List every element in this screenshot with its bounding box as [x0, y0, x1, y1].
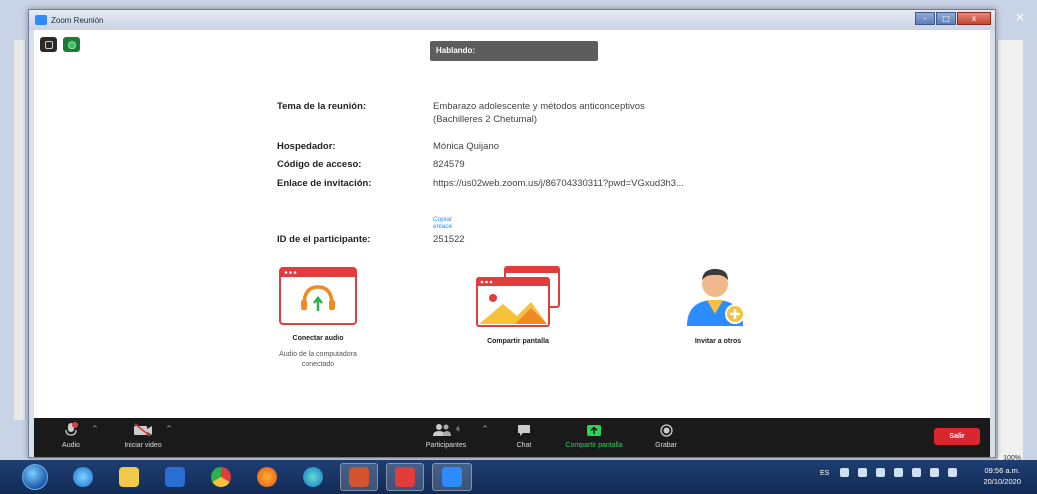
volume-icon[interactable] — [948, 468, 957, 477]
video-options-caret[interactable]: ^ — [166, 425, 172, 433]
participant-id-label: ID de el participante: — [277, 234, 371, 245]
clock-time: 09:56 a.m. — [984, 466, 1020, 475]
invite-others-action[interactable]: Invitar a otros — [648, 266, 788, 345]
invite-link-value[interactable]: https://us02web.zoom.us/j/86704330311?pw… — [433, 178, 684, 190]
share-screen-toolbar-label: Compartir pantalla — [565, 442, 623, 449]
chat-button[interactable]: Chat — [506, 422, 542, 449]
start-video-button[interactable]: Iniciar video — [118, 422, 168, 449]
start-button-icon[interactable] — [22, 464, 48, 490]
participants-icon: 6 — [418, 422, 474, 438]
copy-link-button[interactable]: Copiar enlace — [433, 216, 452, 230]
invite-link-label: Enlace de invitación: — [277, 178, 372, 189]
tray-arrow-icon[interactable] — [858, 468, 867, 477]
share-screen-toolbar-icon — [554, 422, 634, 438]
minimize-button[interactable]: – — [915, 12, 935, 25]
audio-button[interactable]: Audio — [56, 422, 86, 449]
internet-explorer-icon[interactable] — [64, 463, 102, 491]
invite-user-icon — [687, 269, 745, 326]
participants-label: Participantes — [425, 442, 467, 449]
share-screen-action[interactable]: Compartir pantalla — [448, 266, 588, 345]
network-icon[interactable] — [912, 468, 921, 477]
firefox-icon[interactable] — [248, 463, 286, 491]
media-player-icon[interactable] — [156, 463, 194, 491]
flag-icon[interactable] — [876, 468, 885, 477]
record-label: Grabar — [655, 442, 677, 449]
background-close-icon[interactable]: × — [1015, 10, 1025, 24]
zoom-taskbar-icon[interactable] — [432, 463, 472, 491]
share-screen-label: Compartir pantalla — [487, 338, 549, 345]
connect-audio-icon — [279, 267, 357, 325]
window-titlebar[interactable]: Zoom Reunión – □ x — [29, 10, 995, 30]
signal-icon[interactable] — [930, 468, 939, 477]
invite-others-label: Invitar a otros — [694, 338, 742, 345]
office-icon[interactable] — [386, 463, 424, 491]
background-scrollbar[interactable] — [997, 40, 1023, 460]
connect-audio-status-line1: Audio de la computadora — [279, 351, 357, 358]
taskbar-clock[interactable]: 09:56 a.m. 20/10/2020 — [983, 465, 1021, 487]
connect-audio-action[interactable]: Conectar audio Audio de la computadora c… — [248, 267, 388, 370]
participant-id-value: 251522 — [433, 234, 465, 245]
topic-value-line1: Embarazo adolescente y métodos anticonce… — [433, 101, 645, 112]
host-label: Hospedador: — [277, 141, 336, 152]
system-tray — [840, 468, 957, 477]
top-left-icons — [40, 37, 80, 52]
topic-value-line2: (Bachilleres 2 Chetumal) — [433, 114, 538, 125]
file-explorer-icon[interactable] — [110, 463, 148, 491]
audio-options-caret[interactable]: ^ — [92, 425, 98, 433]
chrome-icon[interactable] — [202, 463, 240, 491]
windows-taskbar: ES 09:56 a.m. 20/10/2020 — [0, 460, 1037, 494]
clock-date: 20/10/2020 — [983, 477, 1021, 486]
powerpoint-icon[interactable] — [340, 463, 378, 491]
share-screen-button[interactable]: Compartir pantalla — [554, 422, 634, 449]
zoom-meeting-window: Zoom Reunión – □ x Hablando: Tema de la … — [28, 9, 996, 458]
record-button[interactable]: Grabar — [648, 422, 684, 449]
share-screen-icon — [476, 266, 560, 327]
chat-label: Chat — [516, 442, 532, 449]
close-button[interactable]: x — [957, 12, 991, 25]
meeting-info-icon[interactable] — [40, 37, 57, 52]
passcode-value: 824579 — [433, 159, 465, 170]
passcode-label: Código de acceso: — [277, 159, 362, 170]
tray-app-icon[interactable] — [894, 468, 903, 477]
language-indicator[interactable]: ES — [820, 470, 829, 477]
maximize-button[interactable]: □ — [936, 12, 956, 25]
participants-count: 6 — [456, 427, 460, 433]
edge-icon[interactable] — [294, 463, 332, 491]
topic-label: Tema de la reunión: — [277, 101, 367, 112]
host-value: Mónica Quijano — [433, 141, 500, 152]
participants-options-caret[interactable]: ^ — [482, 425, 488, 433]
connect-audio-label: Conectar audio — [292, 335, 344, 342]
security-shield-icon[interactable] — [63, 37, 80, 52]
meeting-content: Hablando: Tema de la reunión: Embarazo a… — [34, 30, 990, 418]
chat-icon — [506, 422, 542, 438]
keyboard-icon[interactable] — [840, 468, 849, 477]
window-controls: – □ x — [915, 12, 991, 25]
background-slide-panel — [14, 40, 26, 420]
window-title: Zoom Reunión — [51, 15, 104, 25]
start-video-label: Iniciar video — [124, 442, 162, 449]
connect-audio-status-line2: conectado — [301, 361, 335, 368]
record-icon — [648, 422, 684, 438]
video-off-icon — [118, 422, 168, 438]
microphone-icon — [56, 422, 86, 438]
speaking-indicator: Hablando: — [430, 41, 598, 61]
zoom-logo-icon — [35, 15, 47, 25]
audio-label: Audio — [62, 442, 80, 449]
participants-button[interactable]: 6 Participantes — [418, 422, 474, 449]
meeting-toolbar: Audio ^ Iniciar video ^ 6 Participantes … — [34, 418, 990, 457]
leave-meeting-button[interactable]: Salir — [934, 428, 980, 445]
